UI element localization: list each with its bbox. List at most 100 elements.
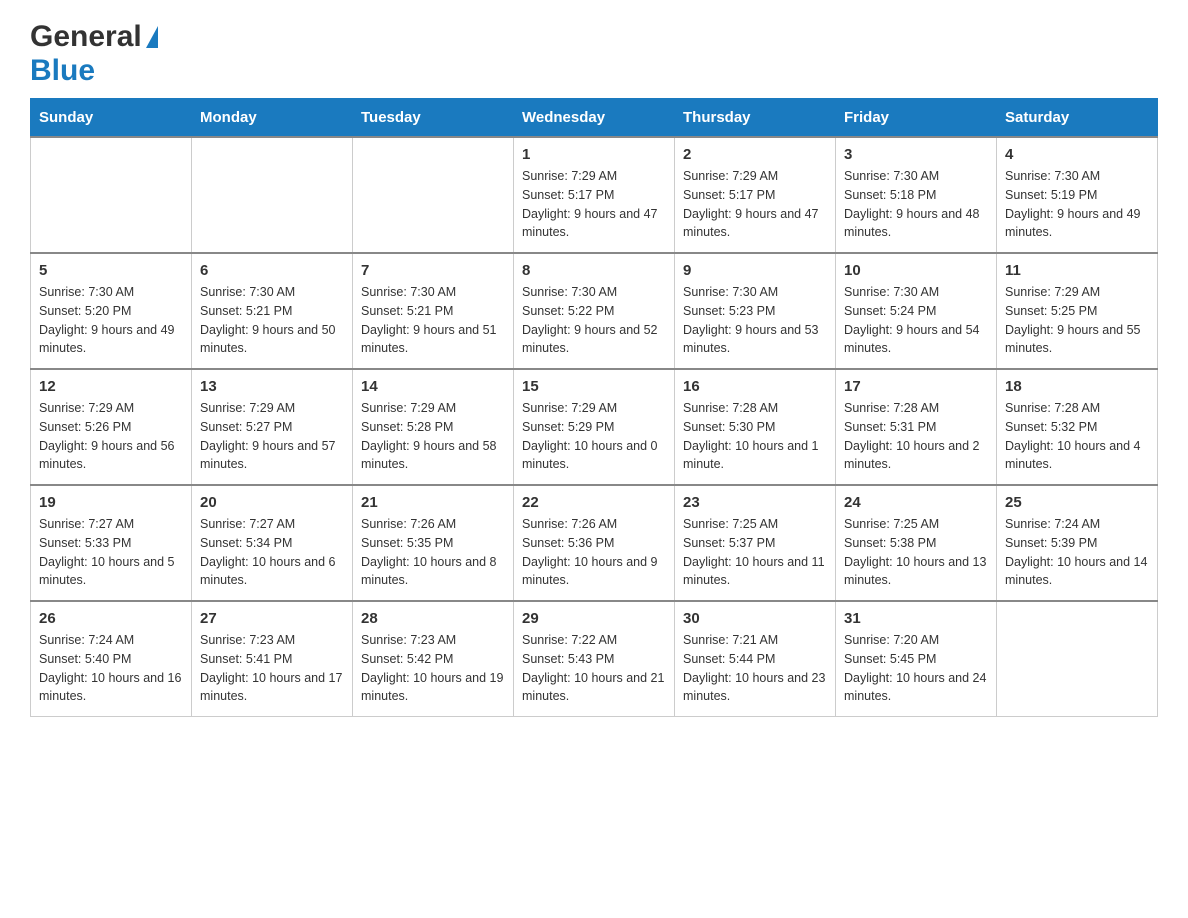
logo: General Blue: [30, 20, 160, 88]
day-number: 26: [39, 610, 183, 627]
calendar-day-cell: 6Sunrise: 7:30 AMSunset: 5:21 PMDaylight…: [192, 253, 353, 369]
day-info: Sunrise: 7:29 AMSunset: 5:17 PMDaylight:…: [522, 167, 666, 242]
day-number: 27: [200, 610, 344, 627]
day-info: Sunrise: 7:30 AMSunset: 5:19 PMDaylight:…: [1005, 167, 1149, 242]
day-number: 10: [844, 262, 988, 279]
day-info: Sunrise: 7:28 AMSunset: 5:30 PMDaylight:…: [683, 399, 827, 474]
calendar-day-cell: [353, 137, 514, 253]
day-number: 8: [522, 262, 666, 279]
calendar-day-cell: 18 Sunrise: 7:28 AMSunset: 5:32 PMDayligh…: [997, 369, 1158, 485]
day-info: Sunrise: 7:25 AMSunset: 5:37 PMDaylight:…: [683, 515, 827, 590]
day-number: 30: [683, 610, 827, 627]
calendar-header-row: SundayMondayTuesdayWednesdayThursdayFrid…: [31, 99, 1158, 138]
day-info: Sunrise: 7:30 AMSunset: 5:22 PMDaylight:…: [522, 283, 666, 358]
day-info: Sunrise: 7:30 AMSunset: 5:20 PMDaylight:…: [39, 283, 183, 358]
day-number: 17: [844, 378, 988, 395]
day-number: 4: [1005, 146, 1149, 163]
calendar-day-cell: 20 Sunrise: 7:27 AMSunset: 5:34 PMDayligh…: [192, 485, 353, 601]
calendar-day-cell: 22 Sunrise: 7:26 AMSunset: 5:36 PMDayligh…: [514, 485, 675, 601]
calendar-day-cell: 1 Sunrise: 7:29 AMSunset: 5:17 PMDaylight…: [514, 137, 675, 253]
day-info: Sunrise: 7:24 AMSunset: 5:40 PMDaylight:…: [39, 631, 183, 706]
day-info: Sunrise: 7:22 AMSunset: 5:43 PMDaylight:…: [522, 631, 666, 706]
calendar-day-cell: 27 Sunrise: 7:23 AMSunset: 5:41 PMDayligh…: [192, 601, 353, 717]
day-info: Sunrise: 7:27 AMSunset: 5:34 PMDaylight:…: [200, 515, 344, 590]
calendar-week-row: 1 Sunrise: 7:29 AMSunset: 5:17 PMDaylight…: [31, 137, 1158, 253]
calendar-day-cell: 24Sunrise: 7:25 AMSunset: 5:38 PMDayligh…: [836, 485, 997, 601]
calendar-day-header: Tuesday: [353, 99, 514, 138]
day-info: Sunrise: 7:30 AMSunset: 5:21 PMDaylight:…: [361, 283, 505, 358]
calendar-day-cell: 12Sunrise: 7:29 AMSunset: 5:26 PMDayligh…: [31, 369, 192, 485]
calendar-day-cell: 5 Sunrise: 7:30 AMSunset: 5:20 PMDaylight…: [31, 253, 192, 369]
day-number: 15: [522, 378, 666, 395]
day-number: 1: [522, 146, 666, 163]
calendar-table: SundayMondayTuesdayWednesdayThursdayFrid…: [30, 98, 1158, 717]
day-number: 22: [522, 494, 666, 511]
calendar-day-cell: 29 Sunrise: 7:22 AMSunset: 5:43 PMDayligh…: [514, 601, 675, 717]
calendar-day-header: Friday: [836, 99, 997, 138]
day-number: 19: [39, 494, 183, 511]
calendar-day-cell: 7Sunrise: 7:30 AMSunset: 5:21 PMDaylight…: [353, 253, 514, 369]
day-info: Sunrise: 7:29 AMSunset: 5:28 PMDaylight:…: [361, 399, 505, 474]
calendar-day-cell: 31Sunrise: 7:20 AMSunset: 5:45 PMDayligh…: [836, 601, 997, 717]
day-number: 29: [522, 610, 666, 627]
day-info: Sunrise: 7:28 AMSunset: 5:32 PMDaylight:…: [1005, 399, 1149, 474]
calendar-day-cell: [997, 601, 1158, 717]
day-number: 14: [361, 378, 505, 395]
day-number: 25: [1005, 494, 1149, 511]
day-number: 2: [683, 146, 827, 163]
logo-general: General: [30, 20, 142, 54]
calendar-day-cell: 4 Sunrise: 7:30 AMSunset: 5:19 PMDaylight…: [997, 137, 1158, 253]
calendar-day-cell: 15Sunrise: 7:29 AMSunset: 5:29 PMDayligh…: [514, 369, 675, 485]
day-number: 21: [361, 494, 505, 511]
day-info: Sunrise: 7:30 AMSunset: 5:21 PMDaylight:…: [200, 283, 344, 358]
calendar-day-cell: 13 Sunrise: 7:29 AMSunset: 5:27 PMDayligh…: [192, 369, 353, 485]
day-info: Sunrise: 7:29 AMSunset: 5:27 PMDaylight:…: [200, 399, 344, 474]
calendar-day-header: Wednesday: [514, 99, 675, 138]
calendar-week-row: 26 Sunrise: 7:24 AMSunset: 5:40 PMDayligh…: [31, 601, 1158, 717]
calendar-day-cell: 19 Sunrise: 7:27 AMSunset: 5:33 PMDayligh…: [31, 485, 192, 601]
day-number: 23: [683, 494, 827, 511]
calendar-day-cell: 9 Sunrise: 7:30 AMSunset: 5:23 PMDaylight…: [675, 253, 836, 369]
day-info: Sunrise: 7:27 AMSunset: 5:33 PMDaylight:…: [39, 515, 183, 590]
calendar-day-cell: 14 Sunrise: 7:29 AMSunset: 5:28 PMDayligh…: [353, 369, 514, 485]
calendar-week-row: 5 Sunrise: 7:30 AMSunset: 5:20 PMDaylight…: [31, 253, 1158, 369]
day-info: Sunrise: 7:24 AMSunset: 5:39 PMDaylight:…: [1005, 515, 1149, 590]
day-info: Sunrise: 7:28 AMSunset: 5:31 PMDaylight:…: [844, 399, 988, 474]
calendar-day-cell: 11Sunrise: 7:29 AMSunset: 5:25 PMDayligh…: [997, 253, 1158, 369]
day-number: 18: [1005, 378, 1149, 395]
day-number: 9: [683, 262, 827, 279]
calendar-day-cell: [31, 137, 192, 253]
day-number: 3: [844, 146, 988, 163]
calendar-day-header: Saturday: [997, 99, 1158, 138]
calendar-day-cell: [192, 137, 353, 253]
calendar-week-row: 12Sunrise: 7:29 AMSunset: 5:26 PMDayligh…: [31, 369, 1158, 485]
day-number: 24: [844, 494, 988, 511]
calendar-day-cell: 3Sunrise: 7:30 AMSunset: 5:18 PMDaylight…: [836, 137, 997, 253]
logo-triangle-icon: [146, 26, 158, 48]
calendar-day-cell: 23 Sunrise: 7:25 AMSunset: 5:37 PMDayligh…: [675, 485, 836, 601]
day-number: 11: [1005, 262, 1149, 279]
calendar-day-cell: 17 Sunrise: 7:28 AMSunset: 5:31 PMDayligh…: [836, 369, 997, 485]
day-info: Sunrise: 7:30 AMSunset: 5:24 PMDaylight:…: [844, 283, 988, 358]
day-info: Sunrise: 7:23 AMSunset: 5:42 PMDaylight:…: [361, 631, 505, 706]
calendar-day-header: Thursday: [675, 99, 836, 138]
day-number: 5: [39, 262, 183, 279]
calendar-day-cell: 8 Sunrise: 7:30 AMSunset: 5:22 PMDaylight…: [514, 253, 675, 369]
calendar-week-row: 19 Sunrise: 7:27 AMSunset: 5:33 PMDayligh…: [31, 485, 1158, 601]
calendar-day-cell: 30Sunrise: 7:21 AMSunset: 5:44 PMDayligh…: [675, 601, 836, 717]
day-number: 16: [683, 378, 827, 395]
logo-blue: Blue: [30, 54, 95, 87]
day-number: 28: [361, 610, 505, 627]
day-info: Sunrise: 7:23 AMSunset: 5:41 PMDaylight:…: [200, 631, 344, 706]
calendar-day-cell: 26 Sunrise: 7:24 AMSunset: 5:40 PMDayligh…: [31, 601, 192, 717]
day-info: Sunrise: 7:26 AMSunset: 5:36 PMDaylight:…: [522, 515, 666, 590]
calendar-day-cell: 28 Sunrise: 7:23 AMSunset: 5:42 PMDayligh…: [353, 601, 514, 717]
day-info: Sunrise: 7:29 AMSunset: 5:26 PMDaylight:…: [39, 399, 183, 474]
calendar-day-header: Sunday: [31, 99, 192, 138]
day-info: Sunrise: 7:30 AMSunset: 5:23 PMDaylight:…: [683, 283, 827, 358]
day-number: 20: [200, 494, 344, 511]
calendar-day-cell: 21 Sunrise: 7:26 AMSunset: 5:35 PMDayligh…: [353, 485, 514, 601]
calendar-day-cell: 2Sunrise: 7:29 AMSunset: 5:17 PMDaylight…: [675, 137, 836, 253]
day-number: 13: [200, 378, 344, 395]
day-info: Sunrise: 7:26 AMSunset: 5:35 PMDaylight:…: [361, 515, 505, 590]
